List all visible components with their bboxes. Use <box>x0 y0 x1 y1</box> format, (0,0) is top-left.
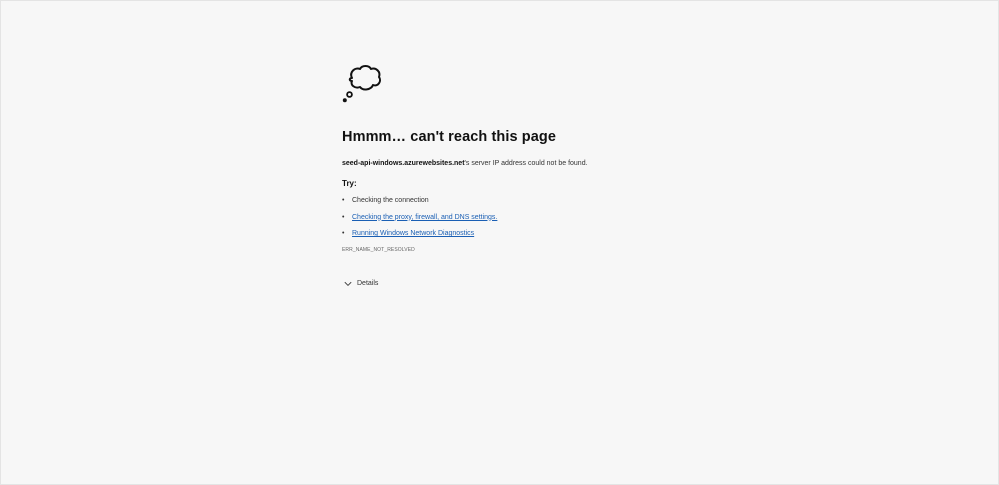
chevron-down-icon <box>344 281 352 286</box>
suggestion-item: • Checking the connection <box>342 196 742 206</box>
details-label: Details <box>357 279 379 287</box>
details-button[interactable]: Details <box>342 279 402 289</box>
error-code: ERR_NAME_NOT_RESOLVED <box>342 246 415 253</box>
suggestion-list: • Checking the connection • Checking the… <box>342 196 742 239</box>
bullet: • <box>342 230 345 237</box>
bullet: • <box>342 197 345 204</box>
bullet: • <box>342 213 345 221</box>
proxy-firewall-dns-link[interactable]: Checking the proxy, firewall, and DNS se… <box>352 214 497 221</box>
network-diagnostics-link[interactable]: Running Windows Network Diagnostics <box>352 230 474 237</box>
thought-cloud-icon <box>342 65 382 103</box>
host-name: seed-api-windows.azurewebsites.net <box>342 160 465 167</box>
try-label: Try: <box>342 179 357 188</box>
error-message: seed-api-windows.azurewebsites.net's ser… <box>342 159 742 169</box>
error-message-text: 's server IP address could not be found. <box>464 160 588 167</box>
error-container: Hmmm… can't reach this page seed-api-win… <box>342 64 742 289</box>
suggestion-item: • Running Windows Network Diagnostics <box>342 229 742 239</box>
page-title: Hmmm… can't reach this page <box>342 129 557 145</box>
suggestion-item: • Checking the proxy, firewall, and DNS … <box>342 213 742 223</box>
suggestion-check-connection: Checking the connection <box>352 197 429 204</box>
